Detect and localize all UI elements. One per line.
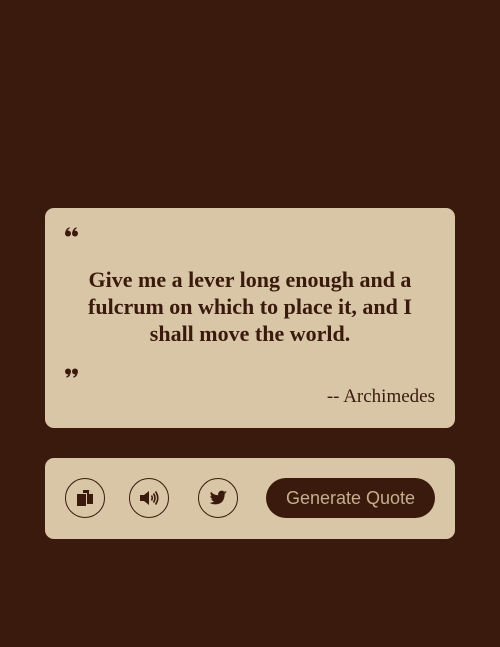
speaker-icon [138,488,160,508]
quote-right-icon [64,366,80,382]
twitter-icon [208,489,228,507]
speak-button[interactable] [129,478,169,518]
controls-card: Generate Quote [45,458,455,539]
generate-quote-button[interactable]: Generate Quote [266,478,435,518]
quote-author: -- Archimedes [326,386,435,407]
copy-button[interactable] [65,478,105,518]
quote-text: Give me a lever long enough and a fulcru… [88,267,412,346]
quote-card: Give me a lever long enough and a fulcru… [45,208,455,428]
copy-icon [75,488,95,508]
tweet-button[interactable] [198,478,238,518]
quote-left-icon [64,224,80,240]
